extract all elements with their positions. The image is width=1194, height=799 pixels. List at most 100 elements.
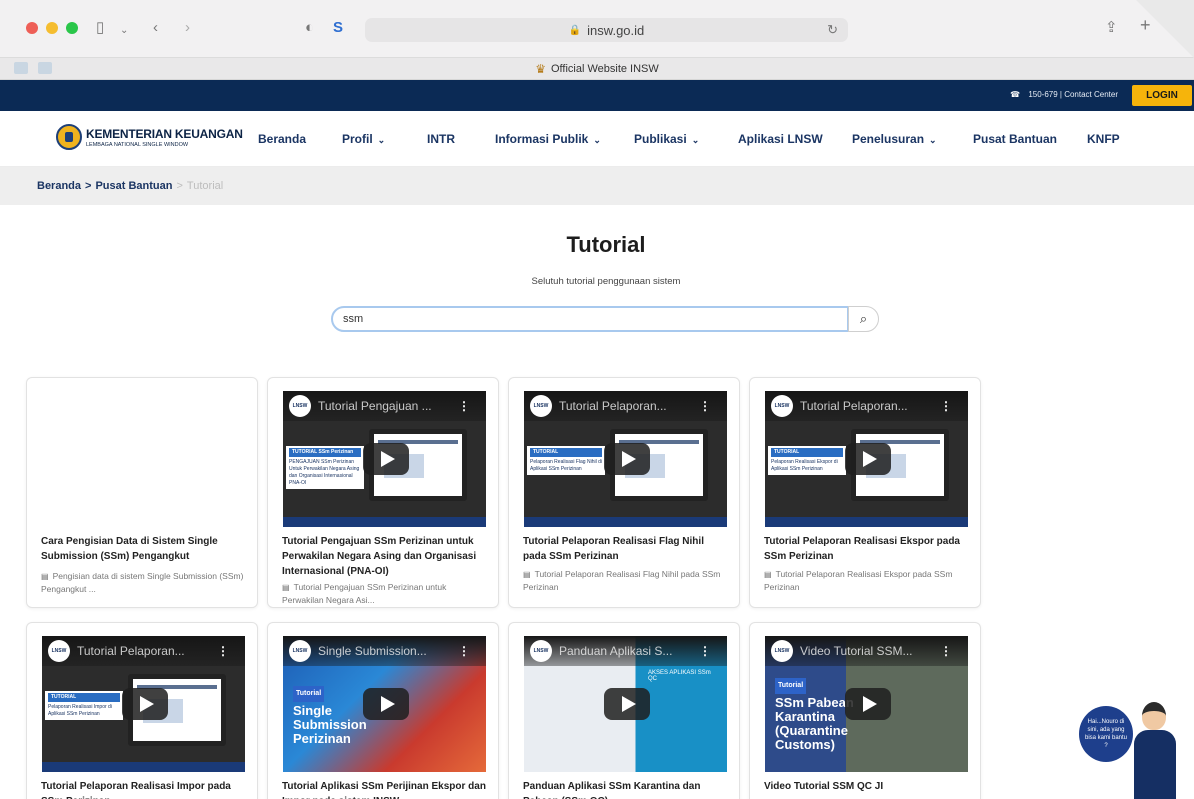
video-title: Tutorial Pengajuan ...	[318, 399, 432, 413]
chevron-down-icon: ⌄	[377, 135, 386, 145]
video-header: LNSW Tutorial Pelaporan...	[765, 391, 968, 421]
site-topbar: ☎ 150-679 | Contact Center LOGIN	[0, 80, 1194, 111]
nav-pusat-bantuan[interactable]: Pusat Bantuan	[973, 132, 1057, 146]
more-options-icon[interactable]: ⋮	[940, 644, 952, 658]
active-tab-title[interactable]: Official Website INSW	[551, 63, 659, 75]
video-title: Tutorial Pelaporan...	[559, 399, 667, 413]
chat-assistant-bubble[interactable]: Hai...Nouro di sini, ada yang bisa kami …	[1079, 706, 1133, 762]
contact-center[interactable]: ☎ 150-679 | Contact Center	[1010, 90, 1118, 99]
card-title[interactable]: Tutorial Pelaporan Realisasi Impor pada …	[41, 779, 246, 799]
card-title[interactable]: Tutorial Pelaporan Realisasi Flag Nihil …	[523, 534, 728, 564]
window-controls[interactable]	[26, 22, 78, 34]
video-caption: TUTORIAL Pelaporan Realisasi Flag Nihil …	[527, 446, 605, 475]
video-thumbnail[interactable]: LNSW Tutorial Pengajuan ... ⋮ TUTORIAL S…	[283, 391, 486, 527]
card-title[interactable]: Tutorial Pelaporan Realisasi Ekspor pada…	[764, 534, 969, 564]
tutorial-card[interactable]: LNSW Panduan Aplikasi S... ⋮ AKSES APLIK…	[508, 622, 740, 799]
video-thumbnail[interactable]: LNSW Tutorial Pelaporan... ⋮ TUTORIAL Pe…	[765, 391, 968, 527]
sidebar-toggle-icon[interactable]: ▯	[96, 20, 104, 36]
more-options-icon[interactable]: ⋮	[458, 644, 470, 658]
more-options-icon[interactable]: ⋮	[699, 644, 711, 658]
card-description: ▤ Tutorial Pelaporan Realisasi Ekspor pad…	[764, 569, 953, 592]
pinned-tab-icon[interactable]	[14, 62, 28, 74]
nav-informasi-publik[interactable]: Informasi Publik ⌄	[495, 132, 601, 146]
video-caption: TUTORIAL Pelaporan Realisasi Impor di Ap…	[45, 691, 123, 720]
tutorial-card[interactable]: LNSW Tutorial Pelaporan... ⋮ TUTORIAL Pe…	[508, 377, 740, 608]
document-icon: ▤	[41, 572, 49, 581]
assistant-avatar[interactable]	[1132, 696, 1178, 799]
tutorial-card[interactable]: LNSW Video Tutorial SSM... ⋮ Tutorial SS…	[749, 622, 981, 799]
breadcrumb-separator: >	[176, 180, 183, 192]
minimize-window-button[interactable]	[46, 22, 58, 34]
card-title[interactable]: Panduan Aplikasi SSm Karantina dan Pabea…	[523, 779, 728, 799]
video-header: LNSW Video Tutorial SSM...	[765, 636, 968, 666]
chevron-down-icon[interactable]: ⌄	[120, 23, 128, 39]
document-icon: ▤	[764, 570, 772, 579]
pinned-tab-icon[interactable]	[38, 62, 52, 74]
nav-profil[interactable]: Profil ⌄	[342, 132, 385, 146]
chevron-down-icon: ⌄	[593, 135, 601, 145]
video-caption: TUTORIAL SSm Perizinan PENGAJUAN SSm Per…	[286, 446, 364, 489]
more-options-icon[interactable]: ⋮	[940, 399, 952, 413]
phone-icon: ☎	[1010, 90, 1021, 99]
forward-icon[interactable]: ›	[185, 20, 190, 36]
shield-icon[interactable]: ◐	[305, 20, 314, 36]
document-icon: ▤	[523, 570, 531, 579]
play-icon[interactable]	[604, 688, 650, 720]
main-navigation: KEMENTERIAN KEUANGAN LEMBAGA NATIONAL SI…	[0, 111, 1194, 167]
nav-beranda[interactable]: Beranda	[258, 132, 306, 146]
card-title[interactable]: Tutorial Pengajuan SSm Perizinan untuk P…	[282, 534, 487, 579]
breadcrumb-pusat-bantuan[interactable]: Pusat Bantuan	[95, 180, 172, 192]
address-bar[interactable]: 🔒 insw.go.id ↻	[365, 18, 848, 42]
tutorial-card[interactable]: LNSW Tutorial Pelaporan... ⋮ TUTORIAL Pe…	[26, 622, 258, 799]
back-icon[interactable]: ‹	[153, 20, 158, 36]
more-options-icon[interactable]: ⋮	[699, 399, 711, 413]
reload-icon[interactable]: ↻	[827, 22, 838, 38]
card-title[interactable]: Video Tutorial SSM QC JI	[764, 779, 969, 794]
video-title: Video Tutorial SSM...	[800, 644, 913, 658]
video-header: LNSW Panduan Aplikasi S...	[524, 636, 727, 666]
video-footer-bar	[42, 762, 245, 772]
search-input[interactable]	[331, 306, 849, 332]
page-title: Tutorial	[566, 232, 646, 257]
share-icon[interactable]: ⇪	[1105, 20, 1118, 36]
video-thumbnail[interactable]: LNSW Video Tutorial SSM... ⋮ Tutorial SS…	[765, 636, 968, 772]
extension-icon[interactable]: S	[333, 20, 343, 36]
more-options-icon[interactable]: ⋮	[458, 399, 470, 413]
pinned-tabs[interactable]	[14, 62, 52, 74]
play-icon[interactable]	[363, 688, 409, 720]
nav-aplikasi-lnsw[interactable]: Aplikasi LNSW	[738, 132, 823, 146]
tutorial-card[interactable]: LNSW Tutorial Pengajuan ... ⋮ TUTORIAL S…	[267, 377, 499, 608]
close-window-button[interactable]	[26, 22, 38, 34]
tutorial-card[interactable]: Cara Pengisian Data di Sistem Single Sub…	[26, 377, 258, 608]
video-footer-bar	[765, 517, 968, 527]
play-icon[interactable]	[122, 688, 168, 720]
nav-publikasi[interactable]: Publikasi ⌄	[634, 132, 699, 146]
nav-knfp[interactable]: KNFP	[1087, 132, 1120, 146]
breadcrumb-separator: >	[85, 180, 92, 192]
nav-penelusuran[interactable]: Penelusuran ⌄	[852, 132, 937, 146]
play-icon[interactable]	[363, 443, 409, 475]
play-icon[interactable]	[845, 688, 891, 720]
tutorial-card[interactable]: LNSW Single Submission... ⋮ Tutorial Sin…	[267, 622, 499, 799]
search-button[interactable]: ⌕	[848, 306, 879, 332]
maximize-window-button[interactable]	[66, 22, 78, 34]
video-thumbnail[interactable]: LNSW Tutorial Pelaporan... ⋮ TUTORIAL Pe…	[42, 636, 245, 772]
login-button[interactable]: LOGIN	[1132, 85, 1192, 106]
more-options-icon[interactable]: ⋮	[217, 644, 229, 658]
play-icon[interactable]	[604, 443, 650, 475]
search-icon: ⌕	[859, 311, 868, 326]
video-thumbnail[interactable]: LNSW Tutorial Pelaporan... ⋮ TUTORIAL Pe…	[524, 391, 727, 527]
breadcrumb-home[interactable]: Beranda	[37, 180, 81, 192]
card-title[interactable]: Cara Pengisian Data di Sistem Single Sub…	[41, 534, 246, 564]
play-icon[interactable]	[845, 443, 891, 475]
video-thumbnail[interactable]: LNSW Single Submission... ⋮ Tutorial Sin…	[283, 636, 486, 772]
card-title[interactable]: Tutorial Aplikasi SSm Perijinan Ekspor d…	[282, 779, 487, 799]
tutorial-card[interactable]: LNSW Tutorial Pelaporan... ⋮ TUTORIAL Pe…	[749, 377, 981, 608]
video-thumbnail[interactable]: LNSW Panduan Aplikasi S... ⋮ AKSES APLIK…	[524, 636, 727, 772]
lnsw-logo-icon: LNSW	[289, 395, 311, 417]
video-title: Panduan Aplikasi S...	[559, 644, 673, 658]
lnsw-logo-icon: LNSW	[771, 395, 793, 417]
nav-intr[interactable]: INTR	[427, 132, 455, 146]
brand-logo[interactable]: KEMENTERIAN KEUANGAN LEMBAGA NATIONAL SI…	[56, 124, 243, 150]
video-footer-bar	[524, 517, 727, 527]
